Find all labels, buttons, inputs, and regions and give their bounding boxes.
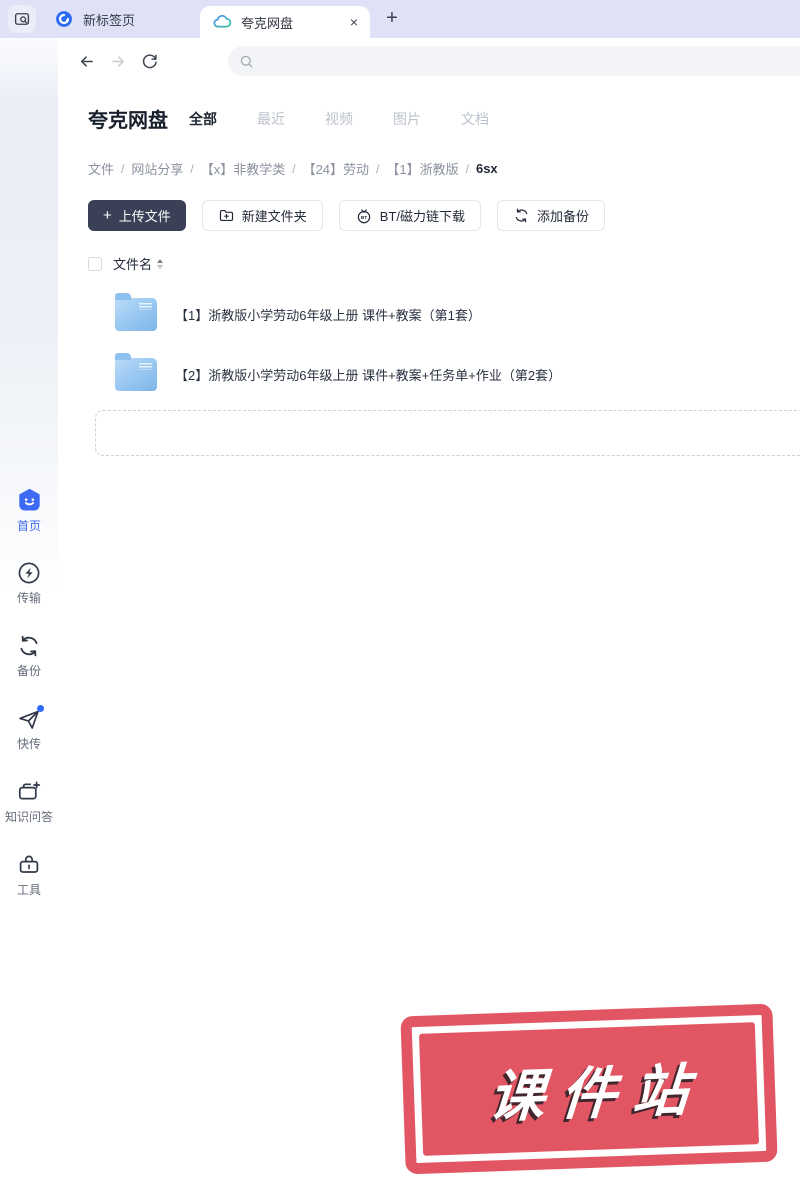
svg-text:BT: BT <box>361 215 368 221</box>
transfer-lightning-icon <box>15 560 43 586</box>
close-tab-icon[interactable]: × <box>350 14 358 30</box>
sidebar-item-quick-send[interactable]: 快传 <box>0 705 58 752</box>
search-tabs-button[interactable] <box>8 5 36 33</box>
new-folder-button[interactable]: 新建文件夹 <box>201 200 323 231</box>
quark-cloud-icon <box>212 12 232 32</box>
home-smiley-icon <box>15 487 43 514</box>
upload-dropzone[interactable] <box>95 410 800 456</box>
page-title: 夸克网盘 <box>88 110 168 132</box>
tab-label: 夸克网盘 <box>241 15 294 31</box>
sidebar-item-backup[interactable]: 备份 <box>0 633 58 679</box>
breadcrumb-item[interactable]: 文件 <box>88 159 114 178</box>
breadcrumb-item[interactable]: 【x】非教学类 <box>201 159 286 178</box>
browser-tab-quark[interactable]: 夸克网盘 × <box>200 6 370 38</box>
file-list-header: 文件名 <box>88 254 164 273</box>
sidebar-label: 工具 <box>16 883 41 897</box>
filter-tabs: 全部 最近 视频 图片 文档 <box>189 109 489 129</box>
folder-icon <box>115 352 157 391</box>
breadcrumb-current: 6sx <box>475 161 498 176</box>
watermark-stamp: 课件站 <box>400 1003 778 1175</box>
select-all-checkbox[interactable] <box>88 256 102 271</box>
file-row[interactable]: 【1】浙教版小学劳动6年级上册 课件+教案（第1套） <box>88 284 788 344</box>
search-icon <box>238 53 255 70</box>
bt-download-icon: BT <box>355 207 373 225</box>
browser-navbar <box>0 38 800 84</box>
sidebar-item-tools[interactable]: 工具 <box>0 852 58 898</box>
knowledge-qa-icon <box>15 779 43 805</box>
browser-tab-newtab[interactable]: 新标签页 <box>54 0 135 38</box>
toolbox-icon <box>15 852 43 878</box>
file-name: 【1】浙教版小学劳动6年级上册 课件+教案（第1套） <box>175 307 481 323</box>
browser-window: 新标签页 夸克网盘 × + 首页 传输 备份 快传 知识问答 工具 夸克网盘 全… <box>0 0 800 1200</box>
sidebar-label: 快传 <box>16 737 41 751</box>
breadcrumb-separator: / <box>465 161 469 176</box>
bt-magnet-download-button[interactable]: BT BT/磁力链下载 <box>338 200 482 231</box>
breadcrumb-separator: / <box>121 161 125 176</box>
sidebar-label: 备份 <box>16 664 41 678</box>
forward-icon[interactable] <box>108 51 128 71</box>
folder-icon <box>115 292 157 331</box>
sidebar-label: 首页 <box>16 519 41 533</box>
sort-icon[interactable] <box>157 258 164 269</box>
quark-logo-icon <box>54 9 74 29</box>
sidebar-label: 传输 <box>16 591 41 605</box>
tab-video[interactable]: 视频 <box>325 109 353 129</box>
file-name: 【2】浙教版小学劳动6年级上册 课件+教案+任务单+作业（第2套） <box>175 367 562 383</box>
breadcrumb-separator: / <box>376 161 380 176</box>
notification-dot <box>37 705 44 712</box>
address-search-bar[interactable] <box>228 46 800 76</box>
stamp-text: 课件站 <box>486 1057 707 1129</box>
upload-file-button[interactable]: + 上传文件 <box>88 200 186 231</box>
plus-icon: + <box>103 207 112 224</box>
sidebar-item-transfer[interactable]: 传输 <box>0 560 58 606</box>
breadcrumb-separator: / <box>190 161 194 176</box>
add-backup-button[interactable]: 添加备份 <box>497 200 606 231</box>
quick-send-plane-icon <box>15 705 44 732</box>
breadcrumb: 文件 / 网站分享 / 【x】非教学类 / 【24】劳动 / 【1】浙教版 / … <box>88 159 498 178</box>
breadcrumb-item[interactable]: 【24】劳动 <box>303 159 369 178</box>
file-row[interactable]: 【2】浙教版小学劳动6年级上册 课件+教案+任务单+作业（第2套） <box>88 344 788 404</box>
backup-sync-icon <box>513 207 530 224</box>
tab-all[interactable]: 全部 <box>189 109 217 129</box>
action-toolbar: + 上传文件 新建文件夹 BT BT/磁力链下载 添加备份 <box>88 200 606 231</box>
sidebar-item-knowledge-qa[interactable]: 知识问答 <box>0 779 58 825</box>
sidebar-item-home[interactable]: 首页 <box>0 487 58 533</box>
tab-doc[interactable]: 文档 <box>461 109 489 129</box>
sidebar: 首页 传输 备份 快传 知识问答 工具 <box>0 38 58 1200</box>
refresh-icon[interactable] <box>140 51 160 71</box>
sidebar-label: 知识问答 <box>4 810 53 824</box>
breadcrumb-separator: / <box>292 161 296 176</box>
tab-image[interactable]: 图片 <box>393 109 421 129</box>
window-search-icon <box>13 10 31 28</box>
file-name-column-header: 文件名 <box>113 257 153 272</box>
backup-sync-icon <box>15 633 43 659</box>
breadcrumb-item[interactable]: 【1】浙教版 <box>386 159 458 178</box>
browser-tabbar: 新标签页 夸克网盘 × + <box>0 0 800 38</box>
tab-label: 新标签页 <box>83 12 136 28</box>
tab-recent[interactable]: 最近 <box>257 109 285 129</box>
breadcrumb-item[interactable]: 网站分享 <box>131 159 183 178</box>
back-icon[interactable] <box>76 51 96 71</box>
stamp-background: 课件站 <box>418 1022 760 1156</box>
new-folder-icon <box>218 207 235 224</box>
new-tab-button[interactable]: + <box>379 4 405 32</box>
